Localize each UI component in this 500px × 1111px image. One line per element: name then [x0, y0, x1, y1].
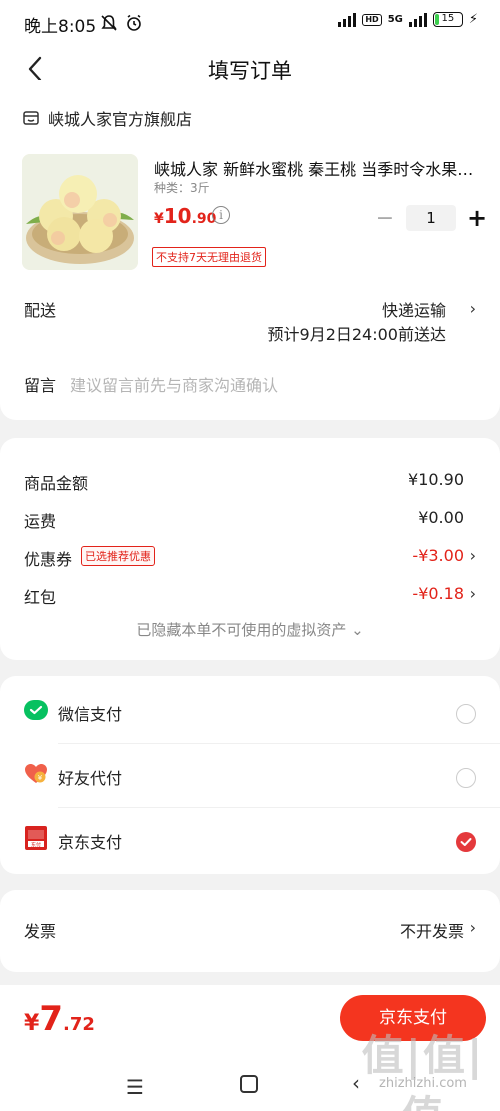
friend-pay-icon: ¥	[25, 764, 47, 783]
alarm-clock-icon	[127, 14, 141, 31]
svg-text:¥: ¥	[38, 774, 43, 782]
order-total: ¥7.72	[24, 999, 95, 1039]
shipping-fee-value: ¥0.00	[418, 508, 464, 527]
battery-icon: 15	[432, 12, 463, 27]
product-price: ¥10.90	[154, 204, 217, 228]
coupon-tag: 已选推荐优惠	[81, 546, 155, 566]
note-input[interactable]: 建议留言前先与商家沟通确认	[70, 372, 278, 396]
chevron-right-icon[interactable]: ›	[470, 584, 476, 603]
product-spec: 种类：3斤	[154, 181, 210, 195]
order-items-card: 峡城人家官方旗舰店 峡城人家 新鲜水蜜桃 秦王桃 当季时令水果 桃子 陕西特产 …	[0, 80, 500, 420]
payment-option-jd[interactable]: 东付 京东支付	[0, 808, 500, 872]
quantity-stepper: − 1 +	[372, 204, 490, 232]
product-image[interactable]	[22, 154, 138, 270]
coupon-label: 优惠券	[24, 550, 73, 569]
note-label: 留言	[24, 376, 57, 395]
goods-amount-row: 商品金额 ¥10.90	[0, 467, 500, 497]
watermark-logo: 值|值|值	[361, 1031, 485, 1111]
invoice-value[interactable]: 不开发票	[400, 918, 464, 942]
peach-basket-image	[22, 154, 138, 270]
check-icon	[460, 838, 472, 846]
hidden-assets-toggle[interactable]: 已隐藏本单不可使用的虚拟资产 ⌄	[0, 619, 500, 640]
payment-radio-wechat[interactable]	[456, 704, 476, 724]
chevron-right-icon[interactable]: ›	[470, 918, 476, 937]
watermark: 值|值|值 zhizhizhi.com	[348, 1022, 498, 1111]
info-icon[interactable]: i	[212, 206, 230, 224]
amounts-card: 商品金额 ¥10.90 运费 ¥0.00 优惠券 已选推荐优惠 -¥3.00 ›…	[0, 438, 500, 660]
chevron-right-icon[interactable]: ›	[470, 299, 476, 318]
home-icon[interactable]	[240, 1075, 258, 1093]
signal-icon	[338, 12, 357, 27]
signal-icon-2	[408, 12, 427, 27]
charging-icon: ⚡	[468, 12, 478, 27]
payment-card: 微信支付 ¥ 好友代付 东付 京东支付	[0, 676, 500, 874]
watermark-url: zhizhizhi.com	[379, 1076, 467, 1091]
jd-pay-icon: 东付	[25, 826, 47, 850]
payment-label: 好友代付	[58, 769, 123, 788]
store-header[interactable]: 峡城人家官方旗舰店	[22, 106, 192, 130]
coupon-row[interactable]: 优惠券 已选推荐优惠 -¥3.00 ›	[0, 543, 500, 573]
coupon-value: -¥3.00	[412, 546, 464, 565]
payment-label: 微信支付	[58, 705, 123, 724]
hd-badge: HD	[362, 13, 382, 26]
shipping-label: 配送	[24, 301, 57, 320]
network-label: 5G	[387, 14, 403, 25]
shipping-method[interactable]: 快递运输	[382, 297, 446, 321]
invoice-label: 发票	[24, 922, 57, 941]
red-packet-row[interactable]: 红包 -¥0.18 ›	[0, 581, 500, 611]
svg-text:东付: 东付	[31, 841, 41, 848]
payment-radio-jd-checked[interactable]	[456, 832, 476, 852]
payment-option-friend[interactable]: ¥ 好友代付	[0, 744, 500, 808]
goods-amount-label: 商品金额	[24, 474, 89, 493]
increase-button[interactable]: +	[464, 204, 490, 232]
mute-bell-icon	[101, 14, 117, 31]
wechat-pay-icon	[24, 700, 48, 720]
shipping-eta: 预计9月2日24:00前送达	[267, 325, 446, 344]
goods-amount-value: ¥10.90	[408, 470, 464, 489]
red-packet-label: 红包	[24, 588, 57, 607]
shipping-fee-label: 运费	[24, 512, 57, 531]
store-name: 峡城人家官方旗舰店	[48, 110, 193, 129]
invoice-card[interactable]: 发票 不开发票 ›	[0, 890, 500, 972]
payment-label: 京东支付	[58, 833, 123, 852]
status-bar: 晚上8:05 HD 5G 15 ⚡	[0, 0, 500, 44]
payment-radio-friend[interactable]	[456, 768, 476, 788]
red-packet-value: -¥0.18	[412, 584, 464, 603]
product-name[interactable]: 峡城人家 新鲜水蜜桃 秦王桃 当季时令水果 桃子 陕西特产 3斤	[154, 156, 478, 180]
chevron-right-icon[interactable]: ›	[470, 546, 476, 565]
status-time: 晚上8:05	[24, 17, 97, 37]
payment-option-wechat[interactable]: 微信支付	[0, 680, 500, 744]
menu-icon[interactable]: ☰	[126, 1075, 144, 1099]
shipping-fee-row: 运费 ¥0.00	[0, 505, 500, 535]
quantity-field[interactable]: 1	[406, 205, 456, 231]
status-notification-icons	[100, 12, 143, 32]
status-right-icons: HD 5G 15 ⚡	[338, 12, 478, 27]
return-policy-tag: 不支持7天无理由退货	[152, 247, 266, 267]
store-icon	[23, 111, 39, 125]
decrease-button[interactable]: −	[372, 206, 398, 231]
